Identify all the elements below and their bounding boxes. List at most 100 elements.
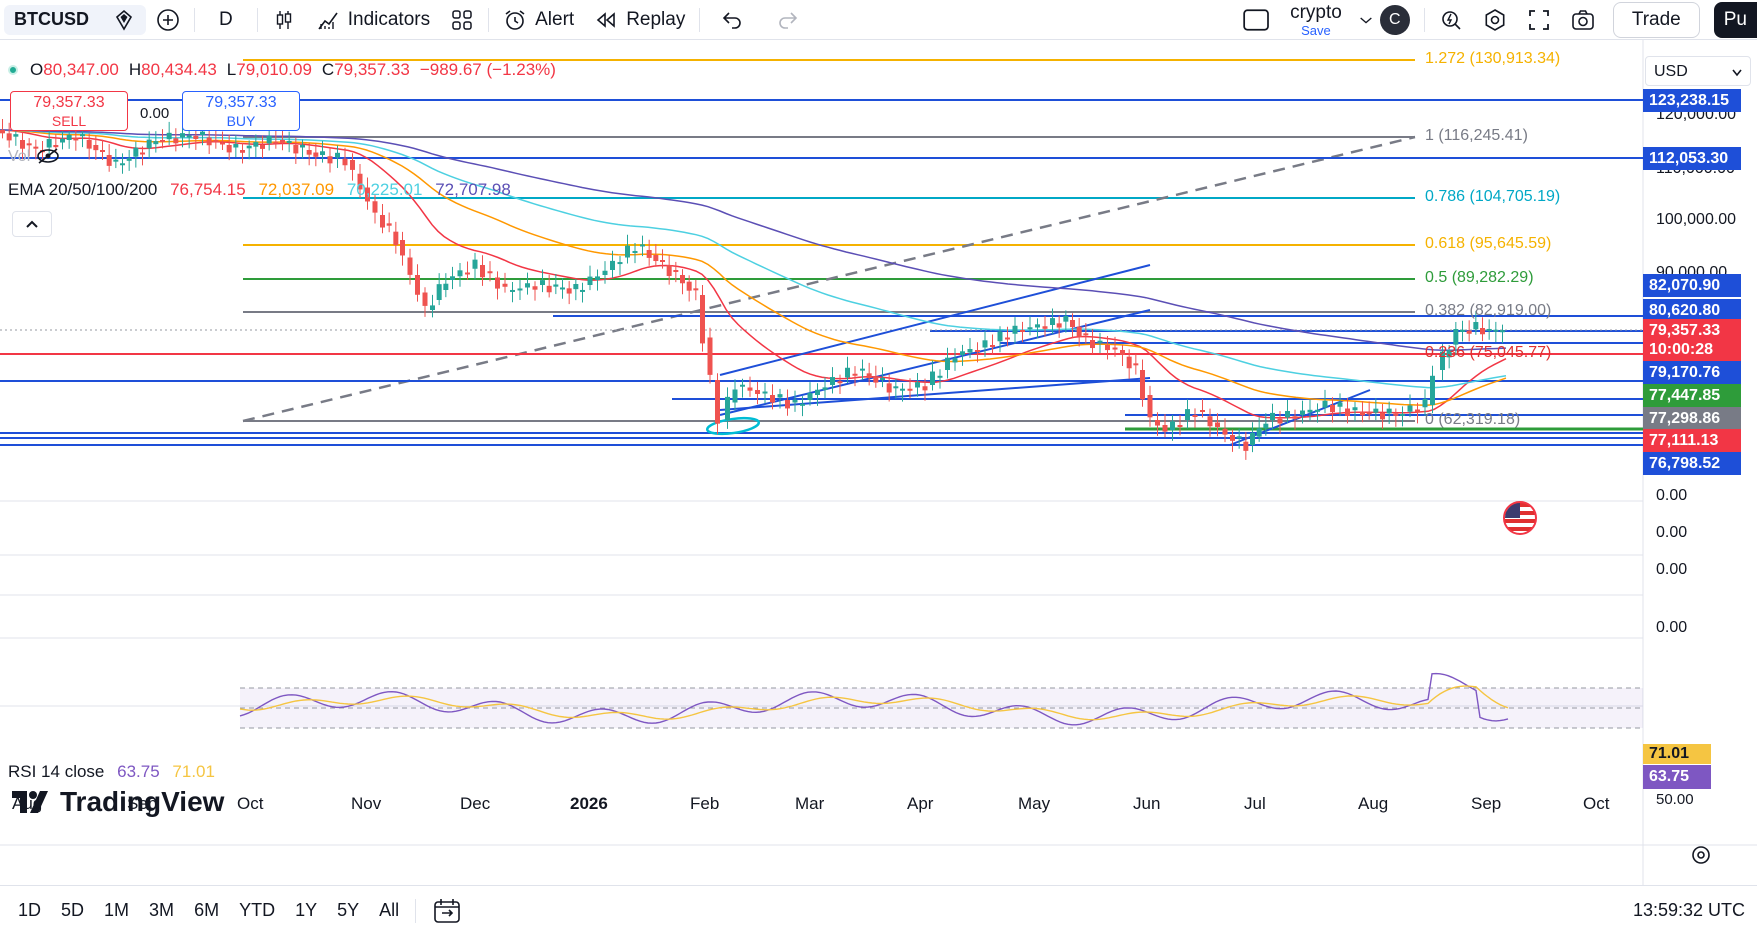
- time-axis-label: Feb: [690, 794, 720, 813]
- fib-level-label: 1.272 (130,913.34): [1425, 50, 1561, 67]
- range-button[interactable]: 3M: [139, 900, 184, 921]
- range-button[interactable]: 1Y: [285, 900, 327, 921]
- redo-button[interactable]: [760, 4, 816, 36]
- price-candle: [313, 152, 319, 157]
- price-candle: [386, 223, 392, 226]
- price-candle: [113, 159, 119, 162]
- fib-level-label: 0 (62,319.18): [1425, 411, 1521, 428]
- price-candle: [732, 389, 738, 403]
- settings-button[interactable]: [1473, 4, 1517, 36]
- price-candle: [200, 131, 205, 135]
- price-candle: [293, 145, 299, 154]
- price-candle: [1386, 408, 1392, 414]
- layout-button[interactable]: [1230, 4, 1280, 36]
- price-axis-tag: 79,170.76: [1643, 361, 1741, 384]
- ema20-value: 76,754.15: [170, 180, 246, 199]
- separator: [194, 7, 195, 32]
- undo-button[interactable]: [704, 4, 760, 36]
- volume-label[interactable]: Vol: [8, 148, 61, 166]
- snapshot-button[interactable]: [1561, 4, 1605, 36]
- price-candle: [436, 284, 442, 300]
- price-candle: [186, 135, 192, 138]
- ema100-value: 70,225.01: [346, 180, 423, 199]
- trade-button[interactable]: Trade: [1612, 1, 1700, 38]
- buy-label: BUY: [226, 113, 256, 129]
- time-axis-label: Aug: [1358, 794, 1389, 813]
- compare-symbol-button[interactable]: [146, 4, 190, 36]
- pane-value-label: 0.00: [1656, 487, 1688, 504]
- range-button[interactable]: 6M: [184, 900, 229, 921]
- price-candle: [777, 394, 783, 398]
- fib-level-label: 0.382 (82,919.00): [1425, 302, 1552, 319]
- price-candle: [770, 395, 775, 403]
- indicators-button[interactable]: Indicators: [306, 4, 440, 36]
- chart-type-button[interactable]: [262, 4, 306, 36]
- replay-label: Replay: [626, 8, 686, 30]
- price-candle: [1230, 435, 1235, 441]
- ema-legend[interactable]: EMA 20/50/100/200 76,754.15 72,037.09 70…: [8, 180, 511, 200]
- price-candle: [930, 371, 935, 385]
- rsi-title: RSI 14 close: [8, 762, 105, 781]
- range-button[interactable]: All: [369, 900, 409, 921]
- price-candle: [430, 305, 435, 310]
- ema50-line: [0, 129, 1507, 406]
- price-candle: [915, 382, 920, 388]
- layout-save-status: Save: [1301, 22, 1331, 38]
- us-flag-icon[interactable]: [1503, 501, 1537, 535]
- layout-menu-button[interactable]: [1352, 4, 1380, 36]
- time-axis-label: Oct: [237, 794, 264, 813]
- price-candle: [693, 288, 699, 291]
- collapse-legend-button[interactable]: [12, 211, 52, 237]
- price-candle: [60, 138, 65, 143]
- symbol-alert-button[interactable]: [102, 4, 146, 36]
- buy-button[interactable]: 79,357.33 BUY: [182, 91, 300, 131]
- price-candle: [246, 145, 252, 149]
- rsi-value-tag: 63.75: [1643, 765, 1711, 789]
- price-candle: [13, 134, 19, 137]
- fullscreen-button[interactable]: [1517, 4, 1561, 36]
- chart-area[interactable]: O80,347.00 H80,434.43 L79,010.09 C79,357…: [0, 40, 1757, 885]
- symbol-name: BTCUSD: [14, 9, 89, 29]
- rsi-ma-tag: 71.01: [1643, 744, 1711, 764]
- replay-button[interactable]: Replay: [584, 4, 695, 36]
- currency-select[interactable]: USD: [1645, 56, 1751, 86]
- price-candle: [982, 340, 988, 348]
- price-axis-tag: 77,111.13: [1643, 429, 1741, 452]
- spread-value: 0.00: [140, 105, 170, 122]
- chart-canvas[interactable]: [0, 40, 1757, 885]
- price-candle: [960, 351, 965, 355]
- rsi-legend[interactable]: RSI 14 close 63.75 71.01: [8, 762, 215, 782]
- sell-button[interactable]: 79,357.33 SELL: [10, 91, 128, 131]
- price-candle: [1500, 330, 1505, 333]
- price-candle: [306, 150, 312, 155]
- ema50-value: 72,037.09: [258, 180, 335, 199]
- templates-button[interactable]: [440, 4, 484, 36]
- calendar-range-icon[interactable]: [432, 897, 462, 925]
- alert-button[interactable]: Alert: [493, 4, 584, 36]
- range-button[interactable]: 5D: [51, 900, 94, 921]
- tradingview-logo[interactable]: TradingView: [12, 786, 224, 818]
- price-axis-label: 100,000.00: [1656, 211, 1737, 228]
- clock[interactable]: 13:59:32 UTC: [1633, 900, 1745, 921]
- publish-button[interactable]: Pu: [1713, 1, 1757, 38]
- range-button[interactable]: 1M: [94, 900, 139, 921]
- range-button[interactable]: YTD: [229, 900, 285, 921]
- layout-name-button[interactable]: crypto Save: [1280, 3, 1352, 37]
- price-candle: [173, 138, 179, 144]
- range-button[interactable]: 5Y: [327, 900, 369, 921]
- currency-value: USD: [1654, 63, 1688, 80]
- price-candle: [80, 134, 85, 137]
- ema-title: EMA 20/50/100/200: [8, 180, 158, 199]
- price-candle: [166, 132, 172, 140]
- quick-search-button[interactable]: [1429, 4, 1473, 36]
- price-candle: [1027, 327, 1033, 330]
- range-button[interactable]: 1D: [8, 900, 51, 921]
- price-candle: [1250, 432, 1255, 445]
- price-candle: [1120, 350, 1125, 355]
- price-candle: [266, 135, 272, 144]
- price-candle: [146, 139, 152, 149]
- interval-button[interactable]: D: [199, 4, 253, 36]
- separator: [1423, 7, 1425, 32]
- goto-date-icon[interactable]: [1690, 844, 1712, 866]
- avatar[interactable]: C: [1379, 4, 1410, 35]
